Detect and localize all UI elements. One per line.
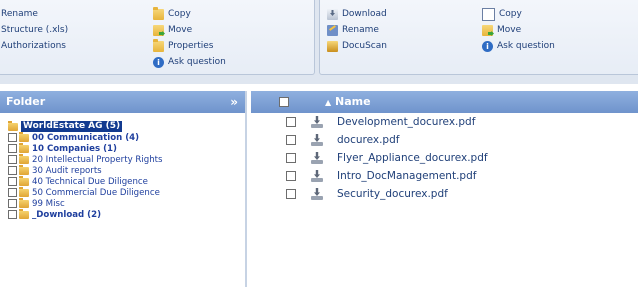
folder-icon (19, 197, 29, 208)
folder-checkbox[interactable] (8, 166, 17, 175)
file-name-link[interactable]: Development_docurex.pdf (337, 116, 475, 128)
file-name-link[interactable]: docurex.pdf (337, 134, 399, 146)
tree-item-label[interactable]: 40 Technical Due Diligence (32, 177, 148, 187)
folder-checkbox[interactable] (8, 133, 17, 142)
folder-checkbox[interactable] (8, 155, 17, 164)
folder-checkbox[interactable] (8, 188, 17, 197)
ask-question-file-button[interactable]: i Ask question (482, 40, 555, 53)
name-column-header[interactable]: ▲ Name (325, 91, 371, 114)
folder-actions-panel: Rename Structure (.xls) Authorizations C… (0, 0, 315, 75)
rename-file-button[interactable]: Rename (327, 24, 379, 37)
file-actions-panel: Download Rename DocuScan Copy Move i Ask… (319, 0, 638, 75)
file-checkbox[interactable] (286, 189, 296, 199)
tree-item[interactable]: 10 Companies (1) (8, 142, 117, 154)
tree-item-label[interactable]: 20 Intellectual Property Rights (32, 155, 163, 165)
tree-item-label[interactable]: 00 Communication (4) (32, 133, 139, 143)
file-row[interactable]: Development_docurex.pdf (251, 114, 638, 130)
folder-icon (19, 175, 29, 186)
file-row[interactable]: Flyer_Appliance_docurex.pdf (251, 150, 638, 166)
download-file-icon[interactable] (311, 134, 323, 146)
tree-item[interactable]: 99 Misc (8, 197, 65, 209)
sort-ascending-icon: ▲ (325, 98, 332, 107)
docuscan-icon (327, 41, 338, 52)
move-file-button[interactable]: Move (482, 24, 521, 37)
file-row[interactable]: Security_docurex.pdf (251, 186, 638, 202)
move-folder-button[interactable]: Move (153, 24, 192, 37)
move-icon (482, 25, 493, 36)
authorizations-button[interactable]: Authorizations (1, 40, 66, 53)
folder-icon (19, 131, 29, 142)
tree-item[interactable]: 00 Communication (4) (8, 131, 139, 143)
folder-icon (19, 186, 29, 197)
info-icon: i (153, 57, 164, 68)
file-name-link[interactable]: Flyer_Appliance_docurex.pdf (337, 152, 488, 164)
tree-item-label[interactable]: 30 Audit reports (32, 166, 102, 176)
file-pane: ▲ Name Development_docurex.pdf docurex.p… (251, 91, 638, 287)
file-checkbox[interactable] (286, 117, 296, 127)
tree-root[interactable]: WorldEstate AG (5) (8, 120, 123, 132)
copy-folder-icon (153, 7, 164, 20)
properties-button[interactable]: Properties (153, 39, 213, 53)
download-button[interactable]: Download (327, 8, 387, 21)
rename-icon (327, 25, 338, 36)
toolbar: Rename Structure (.xls) Authorizations C… (0, 0, 638, 84)
folder-open-icon (8, 120, 18, 131)
tree-item[interactable]: _Download (2) (8, 208, 101, 220)
folder-pane-title: Folder (6, 95, 46, 108)
tree-item-label[interactable]: 50 Commercial Due Diligence (32, 188, 160, 198)
file-checkbox[interactable] (286, 153, 296, 163)
folder-icon (19, 164, 29, 175)
rename-folder-button[interactable]: Rename (1, 8, 38, 21)
download-file-icon[interactable] (311, 170, 323, 182)
file-checkbox[interactable] (286, 171, 296, 181)
file-name-link[interactable]: Intro_DocManagement.pdf (337, 170, 476, 182)
download-icon (327, 9, 338, 20)
structure-xls-button[interactable]: Structure (.xls) (1, 24, 68, 37)
tree-item[interactable]: 40 Technical Due Diligence (8, 175, 148, 187)
folder-icon (19, 142, 29, 153)
tree-item-label[interactable]: _Download (2) (32, 210, 101, 220)
tree-item[interactable]: 30 Audit reports (8, 164, 102, 176)
download-file-icon[interactable] (311, 188, 323, 200)
download-file-icon[interactable] (311, 152, 323, 164)
tree-item-label[interactable]: 10 Companies (1) (32, 144, 117, 154)
move-icon (153, 25, 164, 36)
tree-item[interactable]: 50 Commercial Due Diligence (8, 186, 160, 198)
file-checkbox[interactable] (286, 135, 296, 145)
collapse-pane-icon[interactable]: » (230, 91, 238, 113)
folder-checkbox[interactable] (8, 144, 17, 153)
tree-item-label[interactable]: 99 Misc (32, 199, 65, 209)
copy-folder-button[interactable]: Copy (153, 7, 191, 21)
properties-icon (153, 39, 164, 52)
folder-checkbox[interactable] (8, 210, 17, 219)
download-file-icon[interactable] (311, 116, 323, 128)
folder-pane-header: Folder » (0, 91, 245, 113)
folder-pane: Folder » WorldEstate AG (5) 00 Communica… (0, 91, 247, 287)
tree-item[interactable]: 20 Intellectual Property Rights (8, 153, 163, 165)
file-list-header: ▲ Name (251, 91, 638, 113)
copy-icon (482, 8, 495, 21)
docuscan-button[interactable]: DocuScan (327, 40, 387, 53)
file-name-link[interactable]: Security_docurex.pdf (337, 188, 448, 200)
copy-file-button[interactable]: Copy (482, 8, 522, 21)
folder-icon (19, 208, 29, 219)
file-row[interactable]: Intro_DocManagement.pdf (251, 168, 638, 184)
folder-checkbox[interactable] (8, 177, 17, 186)
folder-checkbox[interactable] (8, 199, 17, 208)
info-icon: i (482, 41, 493, 52)
ask-question-folder-button[interactable]: i Ask question (153, 56, 226, 69)
folder-icon (19, 153, 29, 164)
file-row[interactable]: docurex.pdf (251, 132, 638, 148)
tree-root-label[interactable]: WorldEstate AG (5) (21, 121, 123, 132)
select-all-checkbox[interactable] (279, 97, 289, 107)
